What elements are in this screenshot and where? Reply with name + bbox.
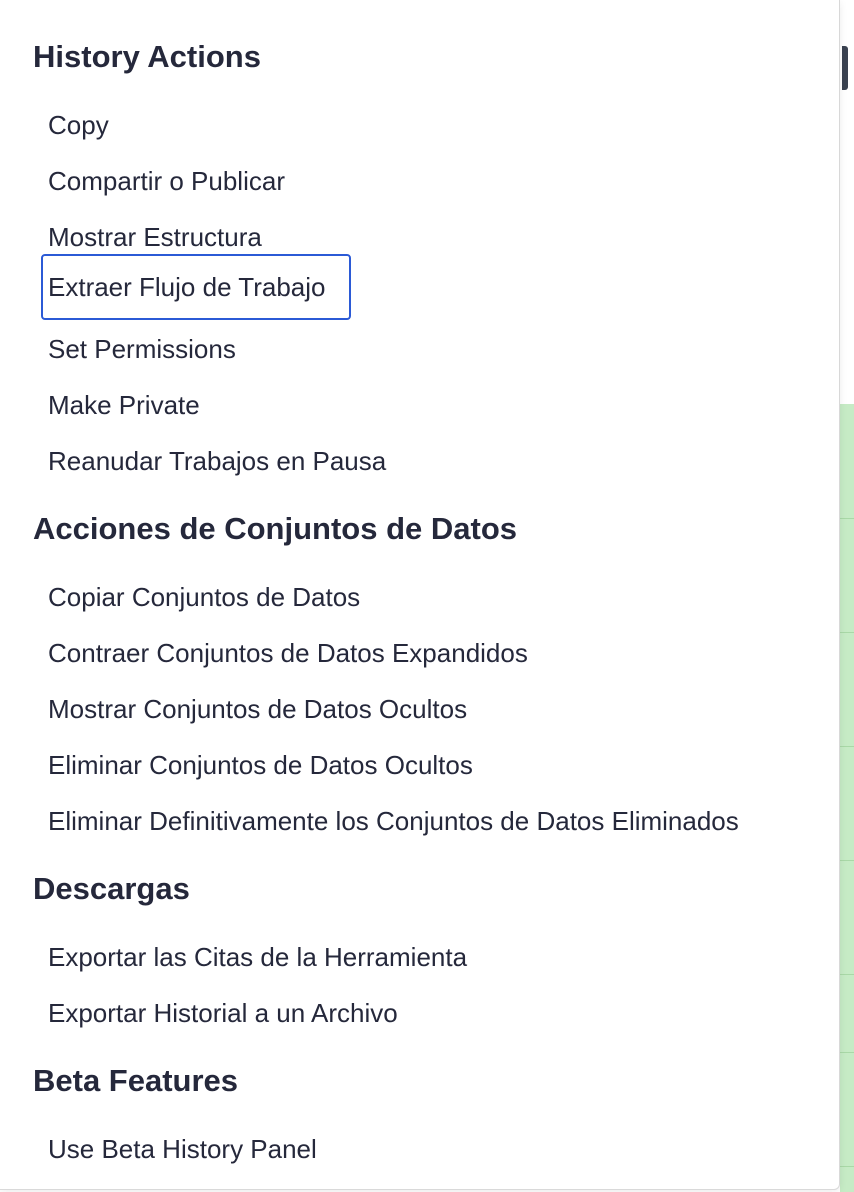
menu-item-delete-hidden-datasets[interactable]: Eliminar Conjuntos de Datos Ocultos: [48, 748, 473, 782]
menu-item-set-permissions[interactable]: Set Permissions: [48, 332, 236, 366]
menu-item-export-tool-citations[interactable]: Exportar las Citas de la Herramienta: [48, 940, 467, 974]
menu-item-extract-workflow[interactable]: Extraer Flujo de Trabajo: [41, 254, 351, 320]
section-header-downloads: Descargas: [33, 871, 190, 906]
menu-item-use-beta-history-panel[interactable]: Use Beta History Panel: [48, 1132, 317, 1166]
underlying-row-divider: [840, 632, 854, 633]
underlying-row-divider: [840, 860, 854, 861]
underlying-row-divider: [840, 518, 854, 519]
menu-item-purge-deleted-datasets[interactable]: Eliminar Definitivamente los Conjuntos d…: [48, 804, 739, 838]
underlying-row-divider: [840, 974, 854, 975]
history-options-dropdown: History Actions Copy Compartir o Publica…: [0, 0, 840, 1190]
underlying-input-edge: [842, 46, 848, 90]
menu-item-copy-datasets[interactable]: Copiar Conjuntos de Datos: [48, 580, 360, 614]
underlying-page-edge: [838, 0, 854, 1192]
menu-item-show-structure[interactable]: Mostrar Estructura: [48, 220, 262, 254]
menu-item-share-or-publish[interactable]: Compartir o Publicar: [48, 164, 285, 198]
underlying-row-divider: [840, 746, 854, 747]
menu-item-show-hidden-datasets[interactable]: Mostrar Conjuntos de Datos Ocultos: [48, 692, 467, 726]
menu-item-make-private[interactable]: Make Private: [48, 388, 200, 422]
section-header-beta-features: Beta Features: [33, 1063, 239, 1098]
underlying-row-divider: [840, 1052, 854, 1053]
section-header-history-actions: History Actions: [33, 39, 261, 74]
menu-item-copy[interactable]: Copy: [48, 108, 109, 142]
menu-item-collapse-expanded-datasets[interactable]: Contraer Conjuntos de Datos Expandidos: [48, 636, 528, 670]
menu-item-resume-paused-jobs[interactable]: Reanudar Trabajos en Pausa: [48, 444, 386, 478]
menu-item-export-history-to-file[interactable]: Exportar Historial a un Archivo: [48, 996, 398, 1030]
section-header-dataset-actions: Acciones de Conjuntos de Datos: [33, 511, 518, 546]
underlying-green-panel: [840, 404, 854, 1192]
underlying-row-divider: [840, 1166, 854, 1167]
